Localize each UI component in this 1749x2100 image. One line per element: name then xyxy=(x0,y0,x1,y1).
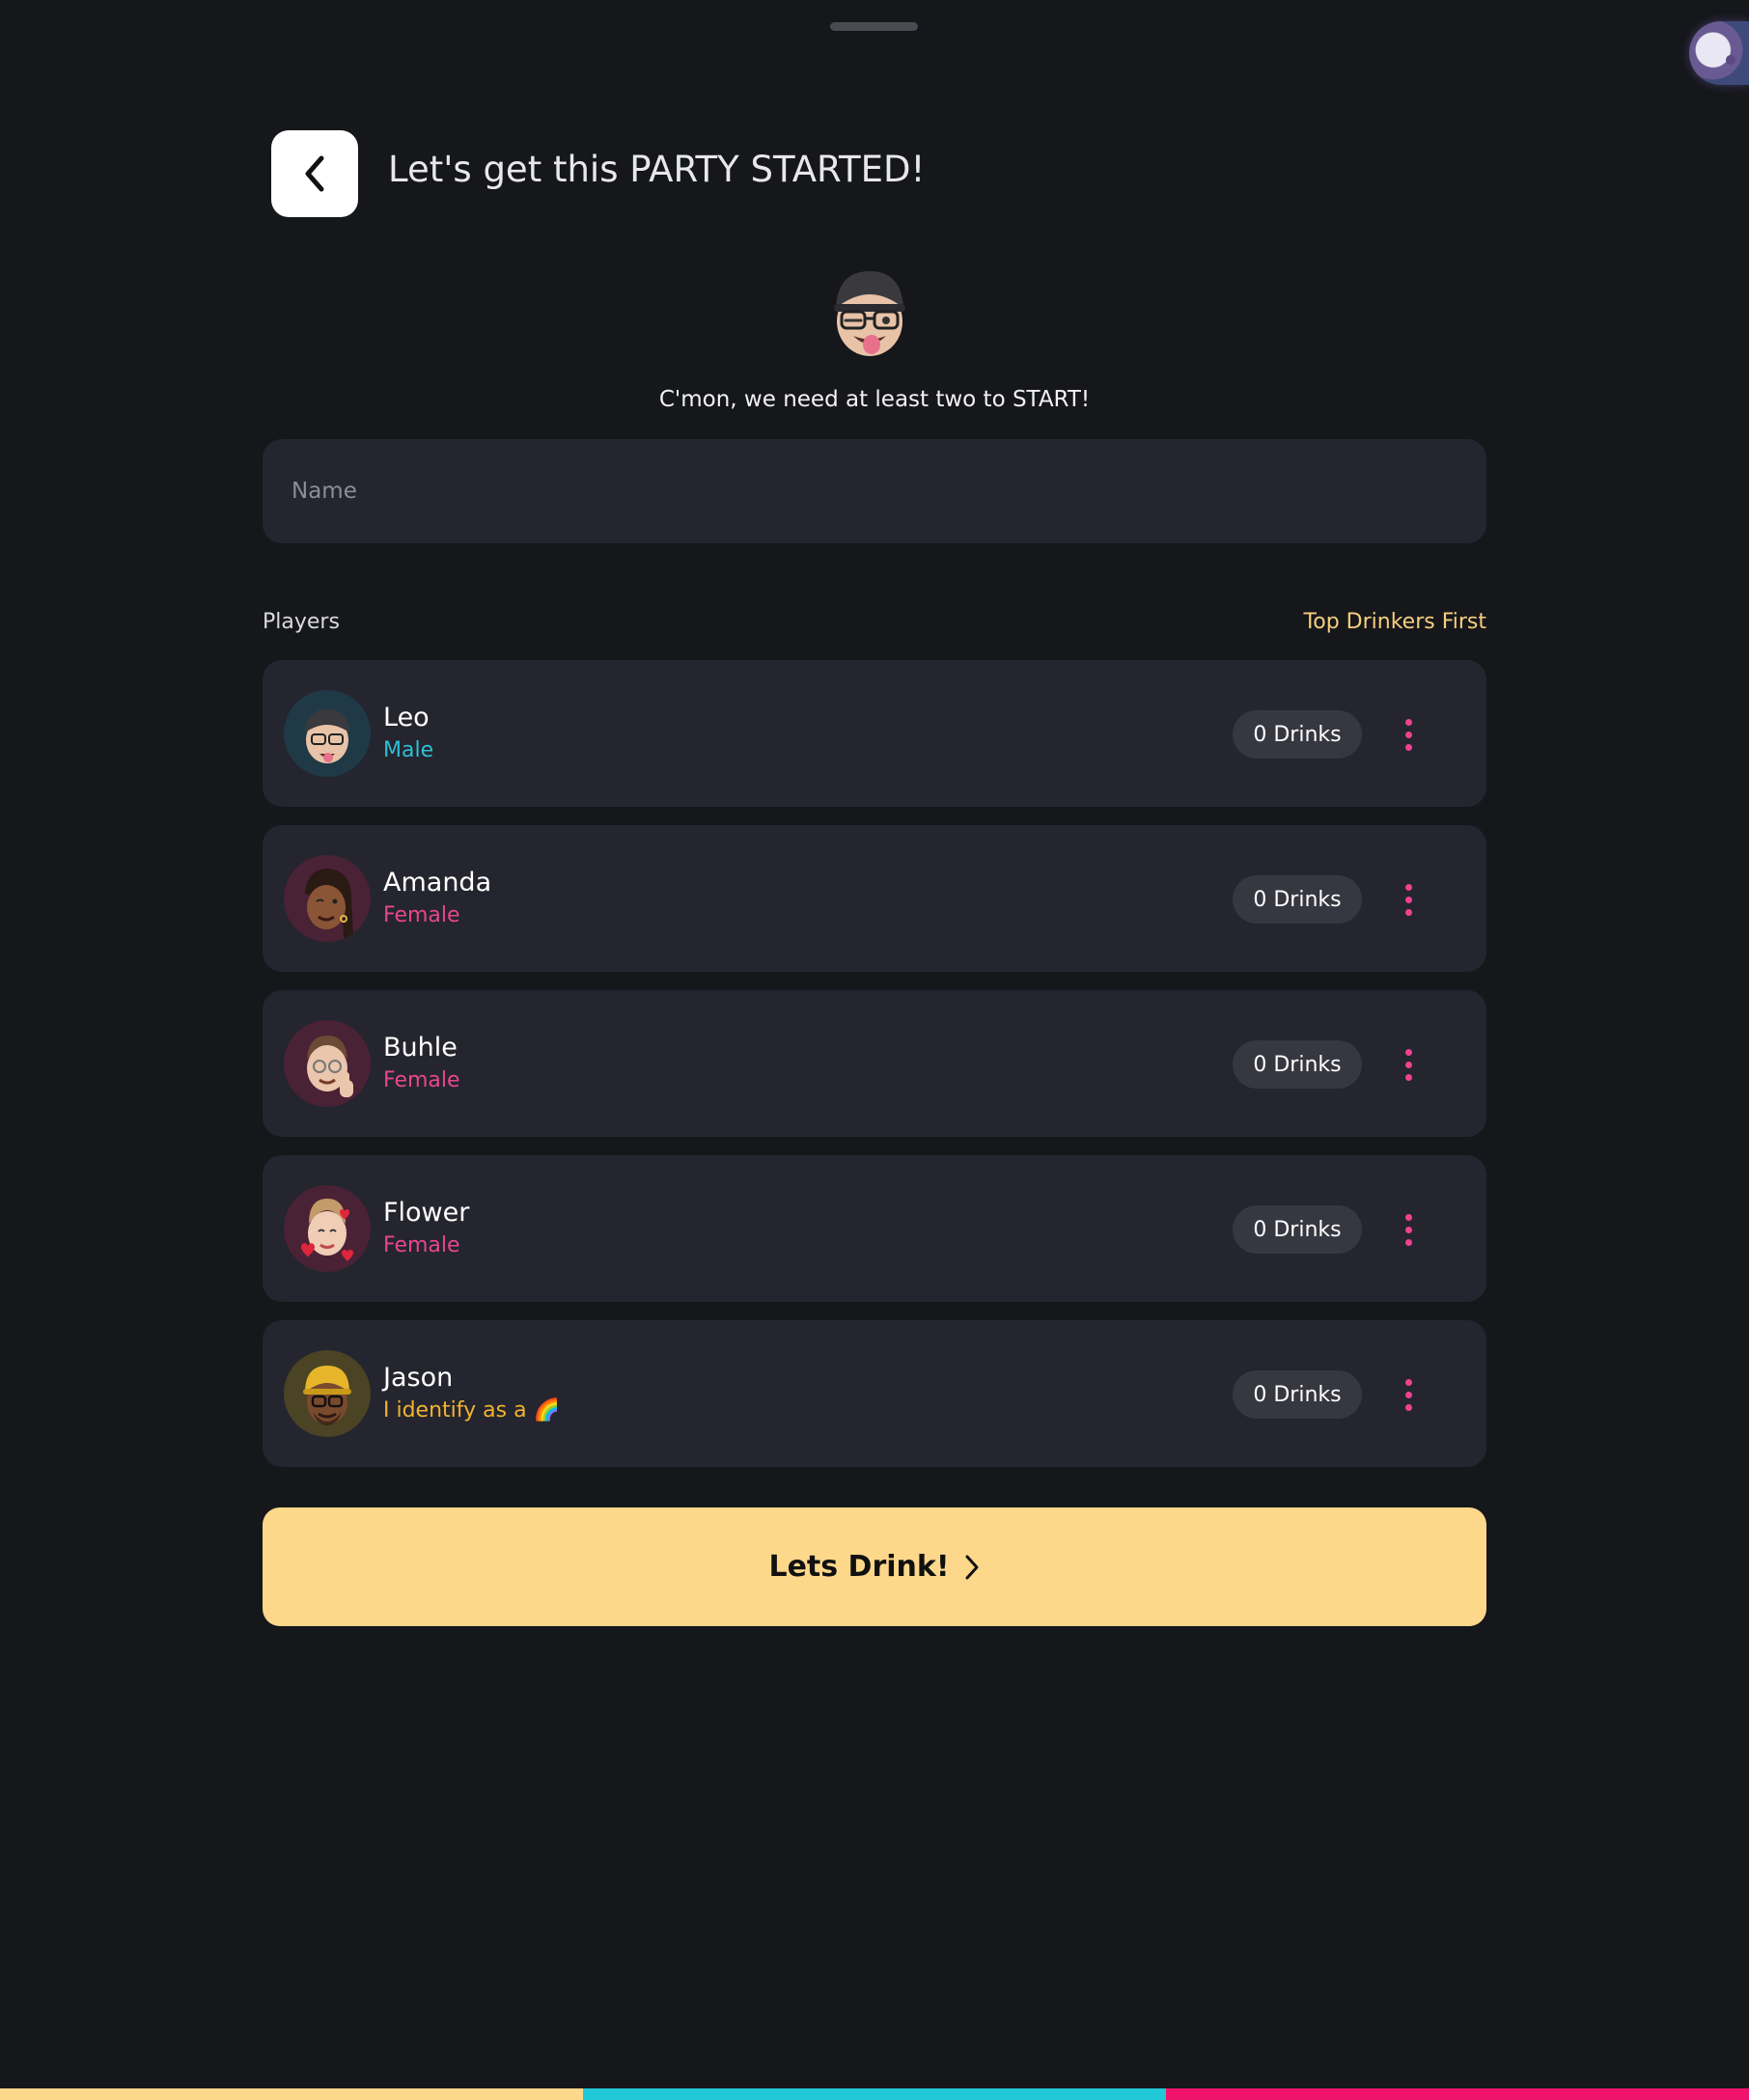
kebab-dot-icon xyxy=(1404,1213,1412,1221)
player-card[interactable]: Flower Female 0 Drinks xyxy=(263,1155,1486,1302)
more-options-button[interactable] xyxy=(1392,712,1425,757)
player-avatar xyxy=(284,1350,371,1437)
player-card[interactable]: Jason I identify as a 🌈 0 Drinks xyxy=(263,1320,1486,1467)
kebab-dot-icon xyxy=(1404,718,1412,726)
player-gender: Female xyxy=(383,1233,460,1257)
more-options-button[interactable] xyxy=(1392,1042,1425,1087)
kebab-dot-icon xyxy=(1404,883,1412,891)
more-options-button[interactable] xyxy=(1392,1372,1425,1417)
kebab-dot-icon xyxy=(1404,743,1412,751)
bottom-bar-segment-cyan xyxy=(583,2088,1166,2100)
kebab-dot-icon xyxy=(1404,1391,1412,1398)
more-options-button[interactable] xyxy=(1392,1207,1425,1252)
bottom-bar-segment-pink xyxy=(1166,2088,1749,2100)
player-avatar xyxy=(284,690,371,777)
drinks-count-badge: 0 Drinks xyxy=(1233,1040,1362,1089)
bubble-dot xyxy=(1726,55,1735,65)
player-gender: Female xyxy=(383,903,460,927)
player-name: Jason xyxy=(383,1363,454,1393)
player-name: Flower xyxy=(383,1198,470,1228)
drinks-count-badge: 0 Drinks xyxy=(1233,1370,1362,1419)
drinks-count-badge: 0 Drinks xyxy=(1233,710,1362,759)
drinks-count-badge: 0 Drinks xyxy=(1233,1205,1362,1254)
player-gender: Female xyxy=(383,1068,460,1092)
kebab-dot-icon xyxy=(1404,1403,1412,1411)
page-title: Let's get this PARTY STARTED! xyxy=(388,149,926,190)
kebab-dot-icon xyxy=(1404,908,1412,916)
player-card[interactable]: Buhle Female 0 Drinks xyxy=(263,990,1486,1137)
kebab-dot-icon xyxy=(1404,1238,1412,1246)
player-card[interactable]: Leo Male 0 Drinks xyxy=(263,660,1486,807)
player-avatar xyxy=(284,855,371,942)
name-input[interactable] xyxy=(290,478,1459,505)
kebab-dot-icon xyxy=(1404,1226,1412,1233)
drinks-count-badge: 0 Drinks xyxy=(1233,875,1362,924)
more-options-button[interactable] xyxy=(1392,877,1425,922)
drag-handle[interactable] xyxy=(830,22,918,31)
player-gender: I identify as a 🌈 xyxy=(383,1398,560,1423)
hero-avatar xyxy=(828,265,911,358)
player-name: Buhle xyxy=(383,1033,458,1063)
name-field[interactable] xyxy=(263,439,1486,543)
player-list: Leo Male 0 Drinks Amanda Female 0 Drinks xyxy=(263,660,1486,1485)
back-button[interactable] xyxy=(271,130,358,217)
kebab-dot-icon xyxy=(1404,1073,1412,1081)
bottom-color-bar xyxy=(0,2088,1749,2100)
assistive-touch-bubble[interactable] xyxy=(1689,21,1749,85)
player-card[interactable]: Amanda Female 0 Drinks xyxy=(263,825,1486,972)
kebab-dot-icon xyxy=(1404,1378,1412,1386)
chevron-right-icon xyxy=(965,1555,979,1579)
kebab-dot-icon xyxy=(1404,1061,1412,1068)
players-label: Players xyxy=(263,610,340,634)
lets-drink-button[interactable]: Lets Drink! xyxy=(263,1507,1486,1626)
chevron-left-icon xyxy=(305,155,324,192)
lets-drink-label: Lets Drink! xyxy=(768,1550,950,1584)
player-gender: Male xyxy=(383,738,434,762)
player-name: Amanda xyxy=(383,868,492,898)
bottom-bar-segment-yellow xyxy=(0,2088,583,2100)
player-name: Leo xyxy=(383,703,430,732)
kebab-dot-icon xyxy=(1404,731,1412,738)
sort-toggle-link[interactable]: Top Drinkers First xyxy=(1304,610,1486,634)
player-avatar xyxy=(284,1020,371,1107)
kebab-dot-icon xyxy=(1404,1048,1412,1056)
player-avatar xyxy=(284,1185,371,1272)
kebab-dot-icon xyxy=(1404,896,1412,903)
hint-text: C'mon, we need at least two to START! xyxy=(658,387,1091,412)
